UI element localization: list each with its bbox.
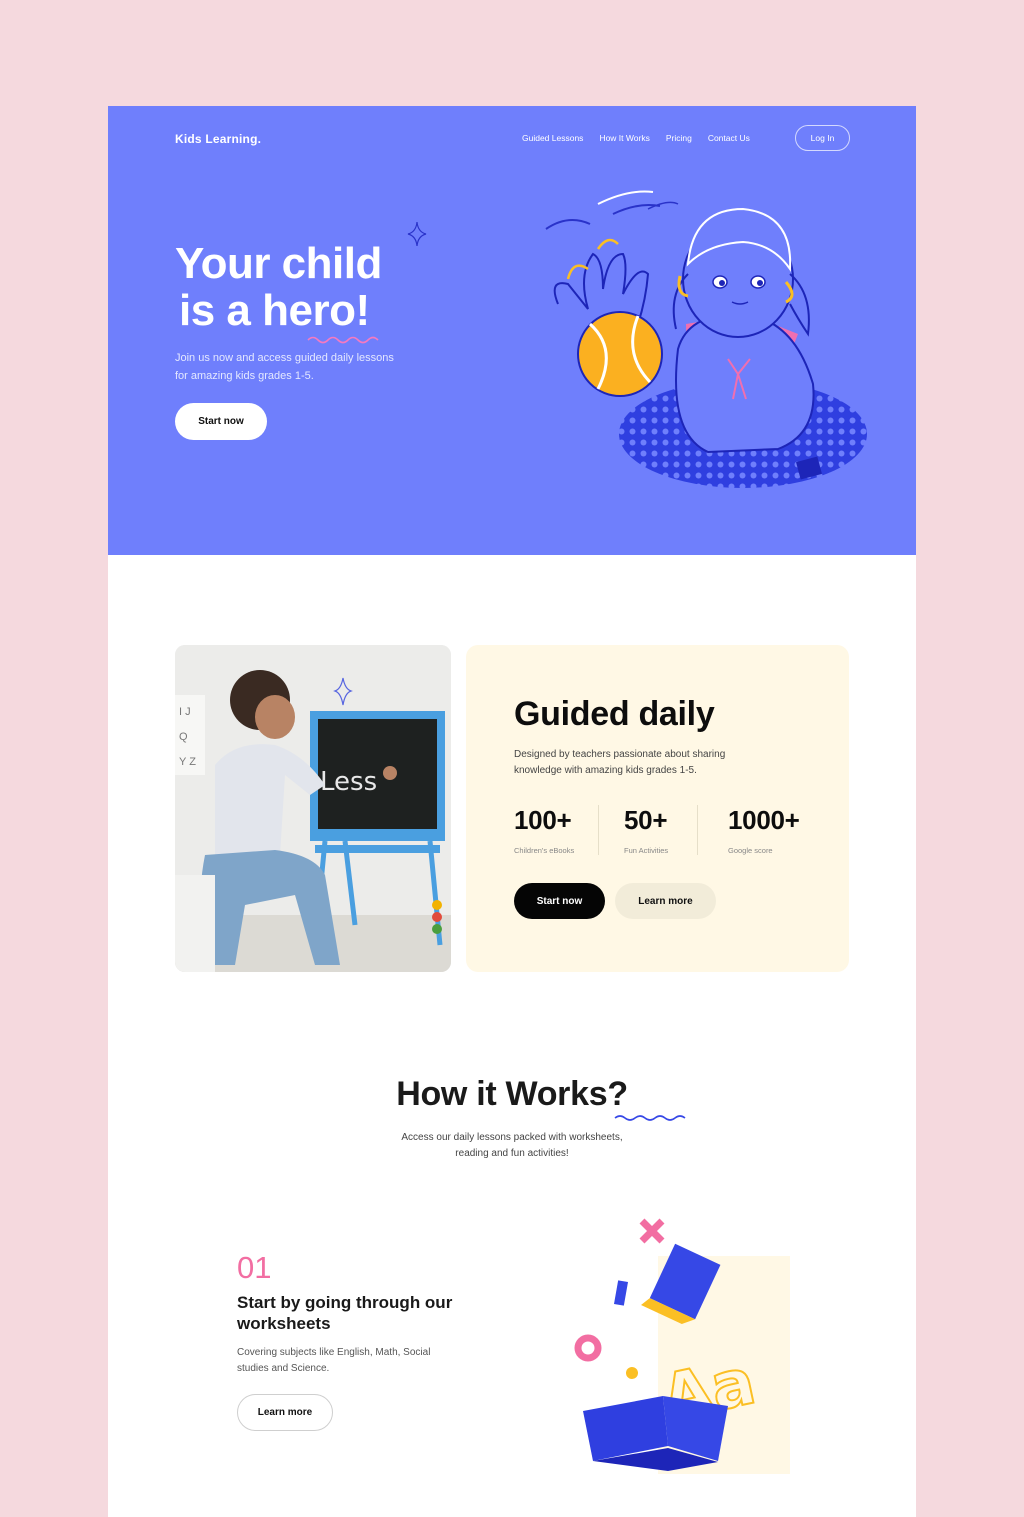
- step-title: Start by going through our worksheets: [237, 1293, 453, 1333]
- stat-label: Google score: [728, 846, 773, 855]
- hero-title: Your child is a hero!: [175, 240, 475, 334]
- stat-ebooks: 100+ Children's eBooks: [514, 805, 598, 855]
- guided-learn-more-button[interactable]: Learn more: [615, 883, 716, 919]
- step-learn-more-button[interactable]: Learn more: [237, 1394, 333, 1431]
- guided-subtitle: Designed by teachers passionate about sh…: [514, 749, 726, 776]
- how-it-works-title: How it Works?: [396, 1075, 628, 1113]
- chalkboard-text: Less: [320, 767, 377, 797]
- stat-google-score: 1000+ Google score: [697, 805, 807, 855]
- hero-title-line1: Your child: [175, 239, 382, 288]
- nav-contact-us[interactable]: Contact Us: [708, 133, 750, 143]
- guided-title: Guided daily: [514, 695, 715, 733]
- guided-start-now-button[interactable]: Start now: [514, 883, 605, 919]
- stat-label: Children's eBooks: [514, 846, 575, 855]
- brand-logo[interactable]: Kids Learning.: [175, 132, 261, 146]
- svg-text:I J: I J: [179, 706, 191, 718]
- stat-value: 100+: [514, 805, 572, 835]
- nav-guided-lessons[interactable]: Guided Lessons: [522, 133, 583, 143]
- squiggle-underline-icon: [307, 336, 379, 344]
- svg-text:Q: Q: [179, 731, 188, 743]
- worksheets-illustration: Aa: [574, 1218, 790, 1474]
- stat-value: 1000+: [728, 805, 800, 835]
- step-number: 01: [237, 1250, 272, 1285]
- stats-row: 100+ Children's eBooks 50+ Fun Activitie…: [514, 805, 807, 855]
- login-button[interactable]: Log In: [795, 125, 850, 151]
- hero-section: Kids Learning. Guided Lessons How It Wor…: [108, 106, 916, 555]
- child-illustration: [545, 190, 867, 488]
- teacher-photo: I J Q Y Z Less: [175, 645, 451, 972]
- stat-label: Fun Activities: [624, 846, 669, 855]
- stat-activities: 50+ Fun Activities: [598, 805, 697, 855]
- stat-value: 50+: [624, 805, 668, 835]
- teacher-chalkboard-image: I J Q Y Z Less: [175, 645, 451, 972]
- guided-daily-card: Guided daily Designed by teachers passio…: [466, 645, 849, 972]
- landing-page: Kids Learning. Guided Lessons How It Wor…: [108, 106, 916, 1517]
- svg-text:Y Z: Y Z: [179, 756, 196, 768]
- step-description: Covering subjects like English, Math, So…: [237, 1347, 431, 1374]
- start-now-button[interactable]: Start now: [175, 403, 267, 440]
- hero-subtitle: Join us now and access guided daily less…: [175, 352, 394, 382]
- hero-title-line2: is a hero!: [179, 286, 370, 335]
- squiggle-underline-icon: [614, 1115, 686, 1121]
- main-nav: Guided Lessons How It Works Pricing Cont…: [522, 133, 766, 143]
- nav-how-it-works[interactable]: How It Works: [599, 133, 649, 143]
- how-it-works-subtitle: Access our daily lessons packed with wor…: [401, 1132, 623, 1159]
- nav-pricing[interactable]: Pricing: [666, 133, 692, 143]
